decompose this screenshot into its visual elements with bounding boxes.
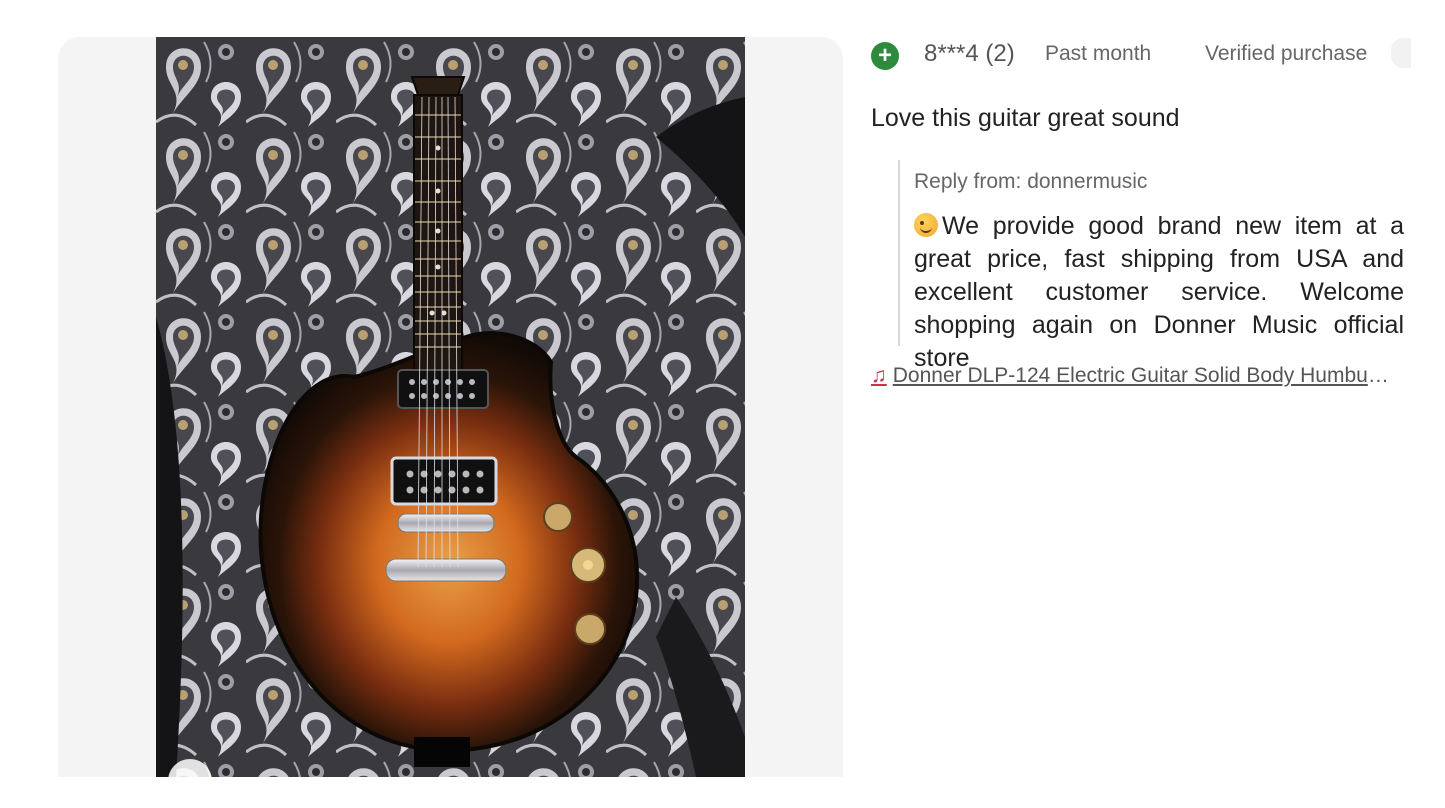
review-date: Past month (1045, 42, 1152, 65)
review-photo[interactable] (156, 37, 745, 777)
reply-text-block: We provide good brand new item at a grea… (914, 210, 1404, 375)
winking-face-icon (914, 213, 938, 237)
review-photo-card[interactable] (58, 37, 843, 777)
reviewer-name[interactable]: 8***4 (2) (924, 40, 1015, 68)
seller-reply: Reply from: donnermusic We provide good … (898, 160, 1404, 372)
verified-purchase-badge: Verified purchase (1205, 42, 1368, 65)
guitar-photo-illustration (156, 37, 745, 777)
reply-label: Reply from: donnermusic (914, 170, 1148, 193)
more-options-chip[interactable] (1391, 38, 1411, 68)
review-meta-row: + 8***4 (2) Past month Verified purchase (871, 38, 1411, 72)
plus-circle-icon[interactable]: + (871, 42, 899, 70)
product-link-text[interactable]: Donner DLP-124 Electric Guitar Solid Bod… (893, 364, 1391, 387)
review-text: Love this guitar great sound (871, 104, 1180, 132)
guitar-icon: ♫ (871, 364, 887, 387)
product-link[interactable]: ♫ Donner DLP-124 Electric Guitar Solid Bo… (871, 364, 1391, 388)
reply-text: We provide good brand new item at a grea… (914, 212, 1404, 372)
